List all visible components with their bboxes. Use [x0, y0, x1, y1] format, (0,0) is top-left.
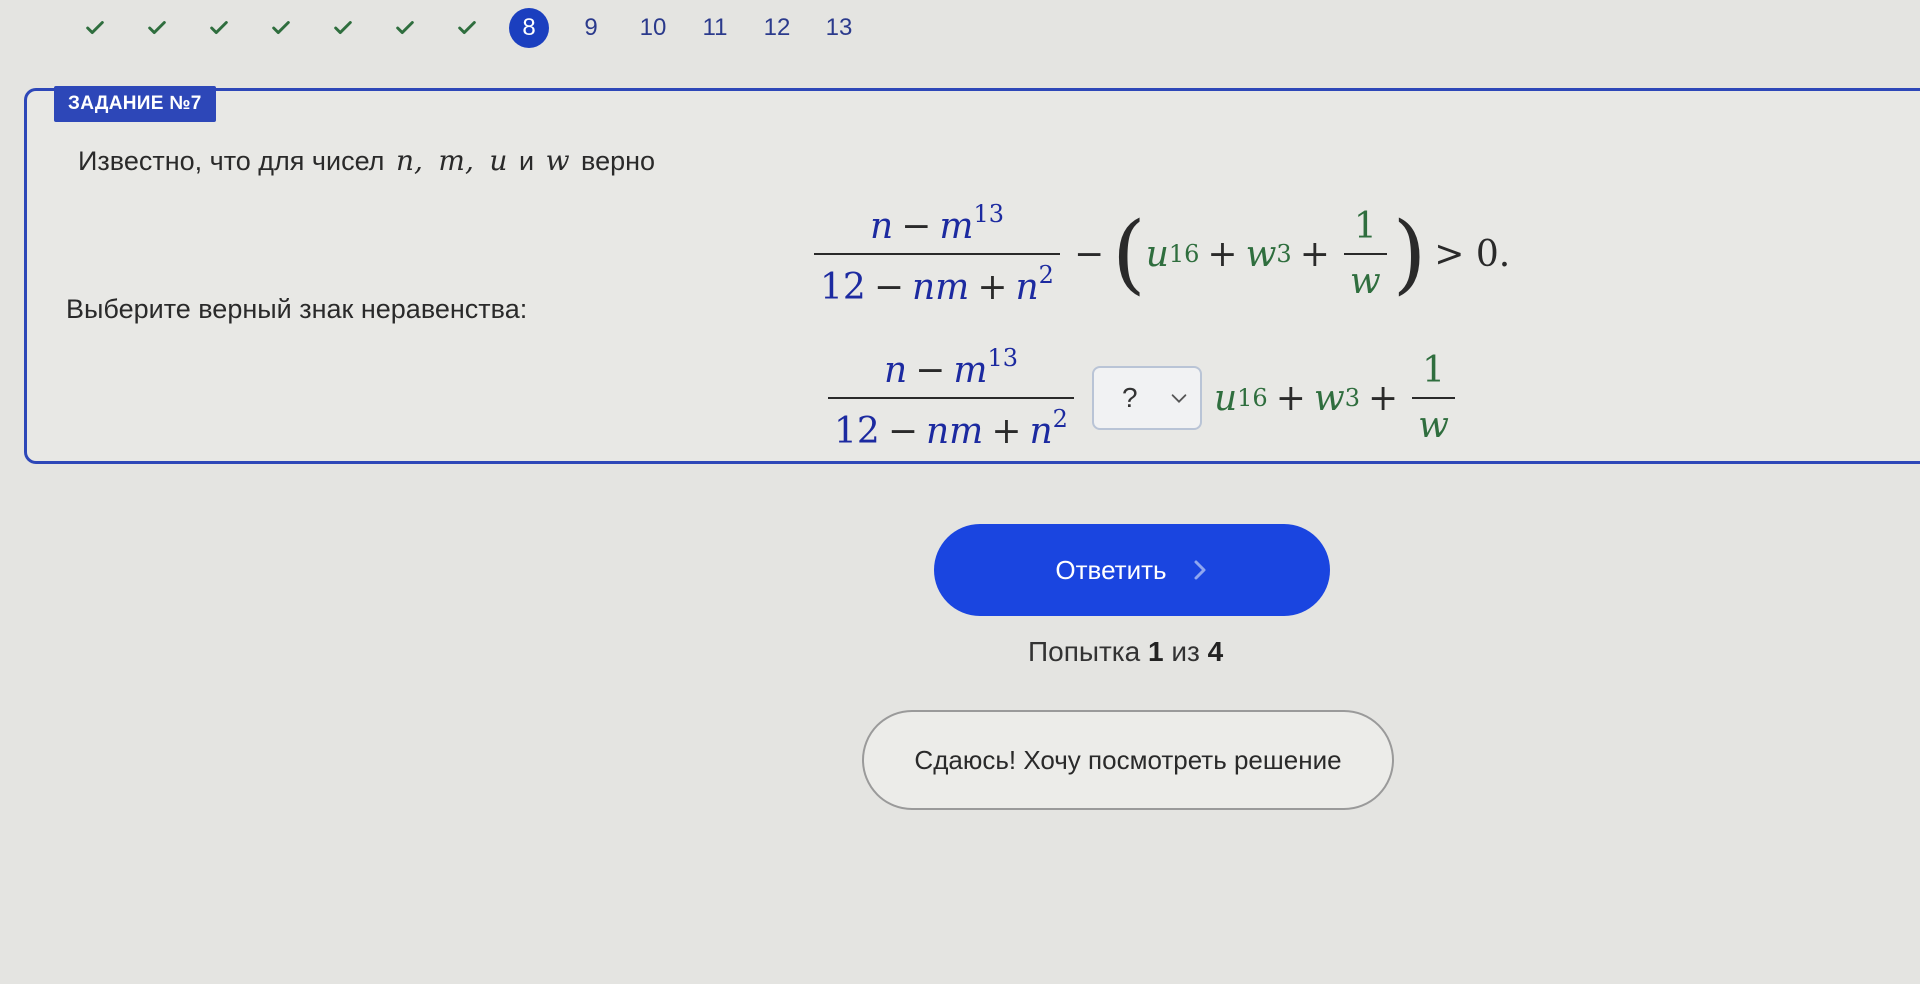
fraction: n − m13 12− nm + n2 — [828, 344, 1074, 452]
step-5-done[interactable] — [312, 6, 374, 50]
attempt-counter: Попытка 1 из 4 — [1028, 636, 1224, 667]
var-n: n, — [395, 144, 423, 177]
give-up-label: Сдаюсь! Хочу посмотреть решение — [914, 744, 1342, 775]
given-inequality: n − m13 12− nm + n2 − ( u 16 + w3 + 1 w ) > 0. — [808, 200, 1518, 308]
step-12[interactable]: 12 — [746, 6, 808, 50]
step-6-done[interactable] — [374, 6, 436, 50]
one-over-w: 1 w — [1343, 206, 1387, 302]
check-icon — [210, 21, 228, 35]
task-progress-bar: 8 9 10 11 12 13 — [64, 6, 870, 50]
chevron-right-icon — [1194, 560, 1206, 580]
sign-select[interactable]: ? — [1091, 366, 1202, 430]
task-badge: ЗАДАНИЕ №7 — [54, 86, 216, 122]
step-2-done[interactable] — [126, 6, 188, 50]
check-icon — [458, 21, 476, 35]
intro-text: Известно, что для чисел — [78, 146, 385, 176]
open-paren: ( — [1112, 204, 1146, 304]
one-over-w: 1 w — [1412, 350, 1455, 446]
check-icon — [272, 21, 290, 35]
attempt-total: 4 — [1207, 636, 1224, 667]
step-7-done[interactable] — [436, 6, 498, 50]
close-paren: ) — [1392, 204, 1427, 304]
step-10[interactable]: 10 — [622, 6, 684, 50]
step-number: 10 — [639, 14, 667, 41]
current-step-number: 8 — [509, 8, 549, 48]
step-13[interactable]: 13 — [808, 6, 870, 50]
fraction: n − m13 12− nm + n2 — [814, 200, 1060, 308]
chevron-down-icon — [1171, 394, 1187, 403]
check-icon — [334, 21, 352, 35]
verb-text: верно — [581, 146, 656, 176]
check-icon — [396, 21, 414, 35]
var-u: u — [489, 144, 508, 177]
step-number: 12 — [763, 14, 791, 41]
and-word: и — [518, 146, 535, 176]
greater-than-zero: > 0. — [1434, 233, 1511, 275]
check-icon — [148, 21, 166, 35]
submit-answer-button[interactable]: Ответить — [934, 524, 1330, 616]
attempt-current: 1 — [1148, 636, 1164, 667]
check-icon — [86, 21, 104, 35]
var-m: m, — [438, 144, 474, 177]
choose-sign-prompt: Выберите верный знак неравенства: — [66, 294, 528, 324]
give-up-button[interactable]: Сдаюсь! Хочу посмотреть решение — [862, 710, 1394, 810]
step-number: 11 — [702, 14, 728, 41]
step-current[interactable]: 8 — [498, 6, 560, 50]
minus-sign: − — [1073, 233, 1105, 275]
step-number: 13 — [825, 14, 853, 41]
submit-answer-label: Ответить — [1055, 554, 1167, 585]
step-11[interactable]: 11 — [684, 6, 746, 50]
sign-select-value: ? — [1121, 382, 1138, 413]
step-number: 9 — [584, 14, 598, 41]
step-1-done[interactable] — [64, 6, 126, 50]
step-3-done[interactable] — [188, 6, 250, 50]
task-intro: Известно, что для чисел n, m, u и w верн… — [78, 144, 655, 177]
var-w: w — [545, 144, 570, 177]
answer-inequality: n − m13 12− nm + n2 ? u 16 + w3 + 1 w — [822, 344, 1461, 452]
step-4-done[interactable] — [250, 6, 312, 50]
step-9[interactable]: 9 — [560, 6, 622, 50]
